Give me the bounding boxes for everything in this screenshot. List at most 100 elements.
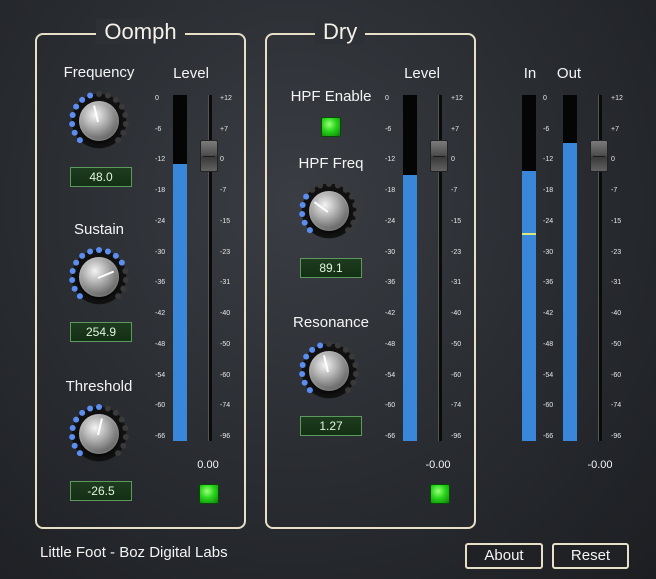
frequency-value[interactable]: 48.0 [70, 167, 132, 187]
threshold-label: Threshold [65, 378, 133, 395]
scale-tick-label: -66 [385, 433, 396, 440]
sustain-knob[interactable] [66, 244, 132, 310]
knob-cap [309, 191, 349, 231]
knob-led [352, 211, 359, 218]
knob-led [309, 346, 316, 353]
resonance-value[interactable]: 1.27 [300, 416, 362, 436]
scale-tick-label: -60 [385, 402, 396, 410]
knob-led [350, 379, 357, 386]
knob-led [76, 137, 83, 144]
scale-tick-label: -40 [220, 310, 231, 318]
oomph-meter-scale: 0 -6 -12 -18 -24 -30 -36 -42 -48 -54 -60 -66 [155, 95, 171, 441]
hpf-enable-button[interactable] [321, 117, 341, 137]
knob-led [69, 111, 76, 118]
knob-led [345, 387, 352, 394]
knob-led [79, 252, 86, 259]
scale-tick-label: -23 [451, 248, 462, 256]
knob-led [115, 450, 122, 457]
scale-tick-label: -74 [611, 402, 622, 410]
scale-tick-label: -31 [220, 279, 231, 287]
knob-led [317, 342, 324, 349]
scale-tick-label: +7 [220, 125, 228, 133]
scale-tick-label: -30 [155, 248, 166, 256]
scale-tick-label: -66 [155, 433, 166, 440]
knob-led [342, 186, 349, 193]
scale-tick-label: -31 [611, 279, 622, 287]
scale-tick-label: -60 [543, 402, 554, 410]
knob-led [326, 341, 332, 347]
dry-meter-scale: 0 -6 -12 -18 -24 -30 -36 -42 -48 -54 -60 -66 [385, 95, 401, 441]
scale-tick-label: -60 [451, 371, 462, 379]
dry-level-fader[interactable] [430, 140, 448, 172]
scale-tick-label: -23 [611, 248, 622, 256]
knob-led [96, 404, 102, 410]
scale-tick-label: -42 [385, 310, 396, 318]
scale-tick-label: -36 [543, 279, 554, 287]
knob-led [73, 416, 80, 423]
about-button[interactable]: About [465, 543, 543, 569]
reset-button[interactable]: Reset [552, 543, 629, 569]
knob-led [118, 259, 125, 266]
scale-tick-label: -96 [611, 433, 622, 440]
scale-tick-label: 0 [155, 95, 159, 102]
knob-led [112, 252, 119, 259]
oomph-meter-fill [173, 164, 187, 441]
knob-led [118, 416, 125, 423]
knob-led [104, 92, 111, 99]
scale-tick-label: -74 [220, 402, 231, 410]
dry-fader-scale: +12 +7 0 -7 -15 -23 -31 -40 -50 -60 -74 -96 [451, 95, 471, 441]
scale-tick-label: -50 [451, 340, 462, 348]
knob-led [71, 285, 78, 292]
knob-led [299, 371, 306, 378]
knob-led [352, 371, 359, 378]
oomph-level-fader[interactable] [200, 140, 218, 172]
knob-led [73, 103, 80, 110]
knob-led [122, 121, 129, 128]
scale-tick-label: -12 [385, 156, 396, 164]
knob-led [299, 361, 306, 368]
knob-led [309, 186, 316, 193]
scale-tick-label: -48 [385, 340, 396, 348]
brand-text: Little Foot - Boz Digital Labs [40, 544, 228, 561]
scale-tick-label: -42 [543, 310, 554, 318]
threshold-value[interactable]: -26.5 [70, 481, 132, 501]
knob-led [87, 92, 94, 99]
scale-tick-label: -60 [611, 371, 622, 379]
out-meter-fill [563, 143, 577, 441]
hpf-freq-value[interactable]: 89.1 [300, 258, 362, 278]
knob-led [120, 285, 127, 292]
scale-tick-label: -36 [155, 279, 166, 287]
knob-led [69, 267, 76, 274]
knob-led [122, 434, 129, 441]
output-level-fader[interactable] [590, 140, 608, 172]
scale-tick-label: -48 [155, 340, 166, 348]
scale-tick-label: -31 [451, 279, 462, 287]
sustain-value[interactable]: 254.9 [70, 322, 132, 342]
scale-tick-label: 0 [385, 95, 389, 102]
knob-led [303, 193, 310, 200]
hpf-freq-knob[interactable] [296, 178, 362, 244]
dry-level-meter [403, 95, 417, 441]
hpf-enable-label: HPF Enable [290, 88, 372, 105]
dry-meter-fill [403, 174, 417, 441]
knob-led [120, 129, 127, 136]
scale-tick-label: -7 [220, 187, 227, 195]
scale-tick-label: -74 [451, 402, 462, 410]
knob-led [69, 434, 76, 441]
threshold-knob[interactable] [66, 401, 132, 467]
scale-tick-label: -40 [611, 310, 622, 318]
dry-enable-button[interactable] [430, 484, 450, 504]
frequency-knob[interactable] [66, 88, 132, 154]
scale-tick-label: -36 [385, 279, 396, 287]
scale-tick-label: -24 [385, 217, 396, 225]
knob-led [306, 387, 313, 394]
scale-tick-label: -40 [451, 310, 462, 318]
oomph-level-label: Level [173, 65, 209, 82]
resonance-knob[interactable] [296, 338, 362, 404]
knob-led [352, 361, 359, 368]
scale-tick-label: -18 [543, 187, 554, 195]
oomph-enable-button[interactable] [199, 484, 219, 504]
scale-tick-label: -18 [385, 187, 396, 195]
knob-led [352, 201, 359, 208]
knob-led [299, 211, 306, 218]
